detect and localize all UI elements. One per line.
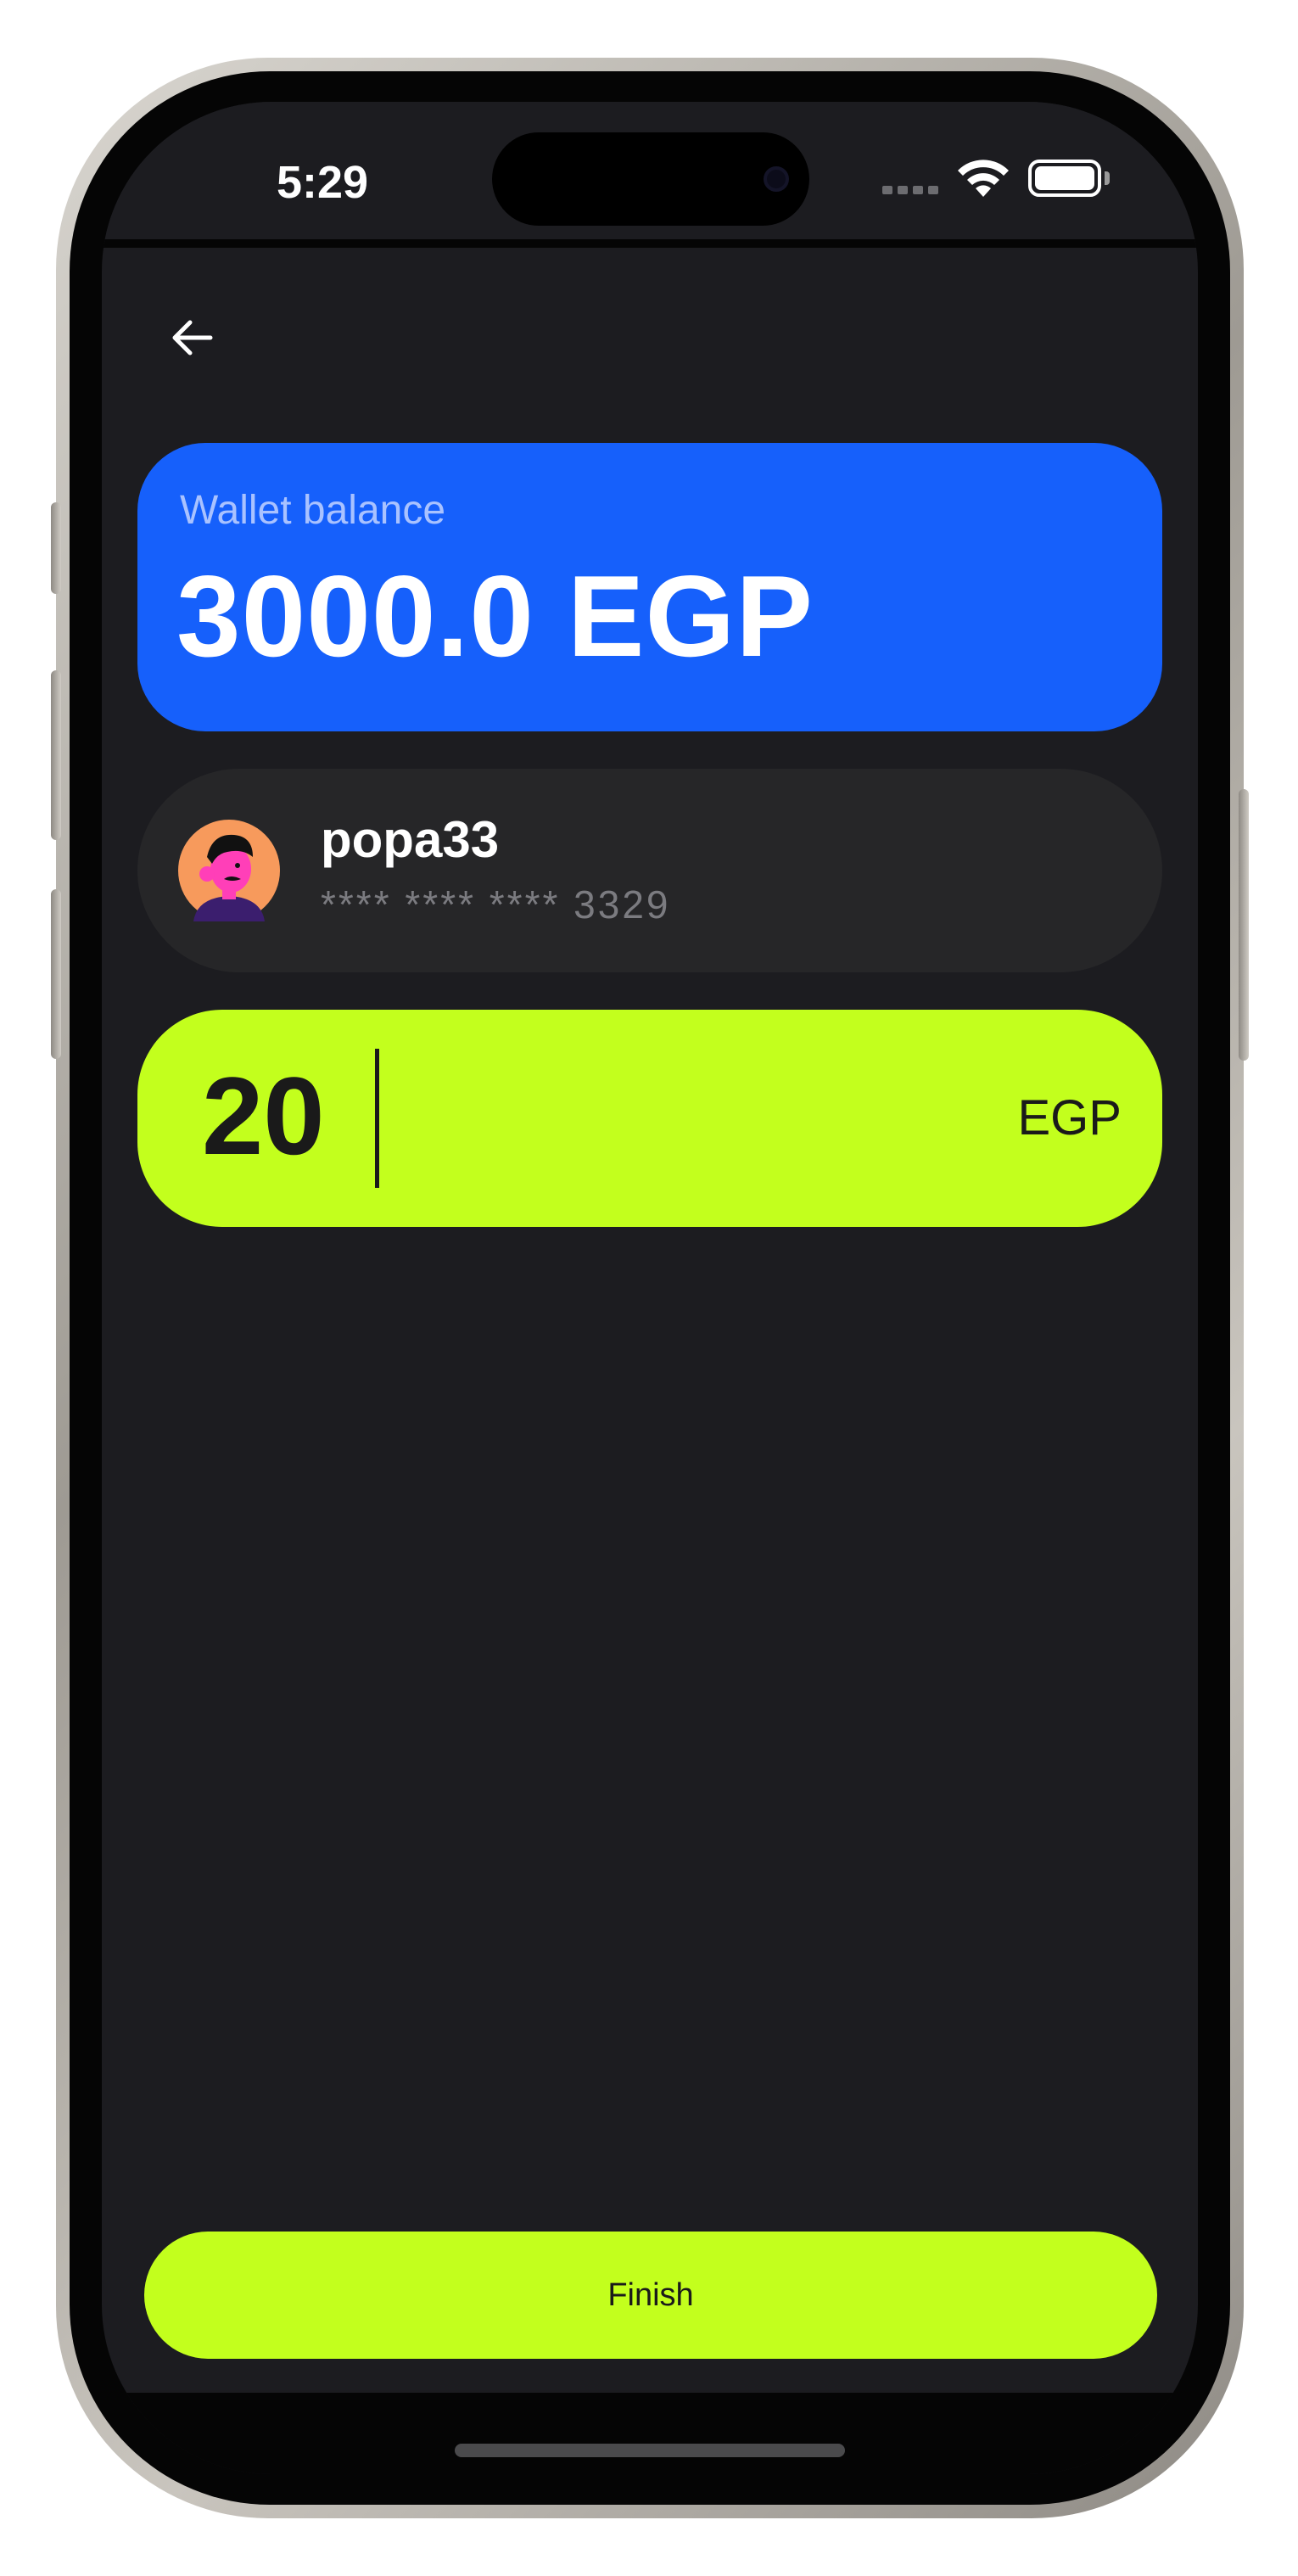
- power-button: [1239, 789, 1249, 1061]
- wallet-balance-amount: 3000.0 EGP: [176, 552, 814, 680]
- battery-tip: [1105, 171, 1110, 185]
- status-bar: 5:29: [102, 102, 1198, 244]
- dynamic-island: [492, 132, 809, 226]
- amount-input-value[interactable]: 20: [202, 1044, 325, 1188]
- amount-input[interactable]: 20 EGP: [137, 1010, 1162, 1227]
- page: 5:29 Wallet balance 3000.0 EGP popa33 **…: [0, 0, 1298, 2576]
- wallet-balance-card: Wallet balance 3000.0 EGP: [137, 443, 1162, 731]
- front-camera: [764, 166, 789, 192]
- avatar: [178, 820, 280, 921]
- back-button[interactable]: [149, 295, 234, 380]
- cellular-signal-icon: [882, 183, 943, 197]
- status-time: 5:29: [276, 157, 369, 208]
- arrow-left-icon: [172, 320, 213, 356]
- battery-icon: [1028, 160, 1101, 197]
- recipient-card[interactable]: popa33 **** **** **** 3329: [137, 769, 1162, 972]
- recipient-card-number: **** **** **** 3329: [321, 882, 671, 927]
- status-separator: [102, 239, 1198, 248]
- home-indicator[interactable]: [455, 2444, 845, 2457]
- amount-currency-label: EGP: [1017, 1090, 1122, 1145]
- finish-button[interactable]: Finish: [144, 2232, 1157, 2359]
- volume-up-button: [51, 670, 61, 840]
- wifi-icon: [958, 160, 1009, 197]
- recipient-name: popa33: [321, 811, 500, 868]
- volume-down-button: [51, 889, 61, 1059]
- home-area: [102, 2393, 1198, 2474]
- wallet-balance-label: Wallet balance: [180, 488, 446, 533]
- action-button: [51, 502, 61, 594]
- screen: 5:29 Wallet balance 3000.0 EGP popa33 **…: [102, 102, 1198, 2474]
- text-caret: [375, 1049, 379, 1188]
